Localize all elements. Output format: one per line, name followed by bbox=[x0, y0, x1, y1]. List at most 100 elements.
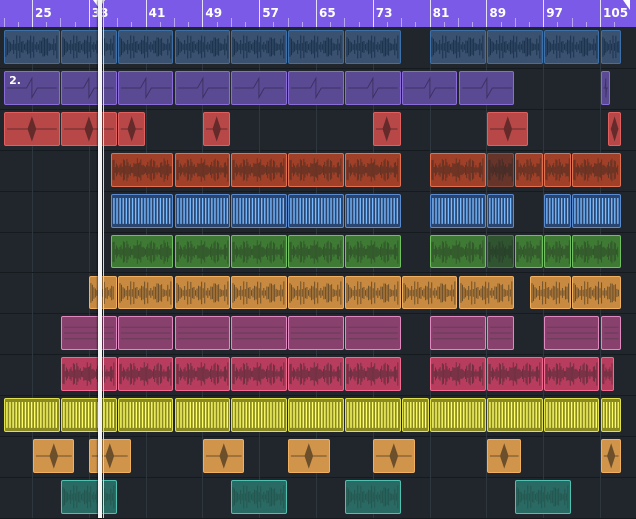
clip-strings[interactable] bbox=[543, 316, 600, 351]
track-lane-arp[interactable] bbox=[0, 354, 636, 397]
clip-perc[interactable] bbox=[600, 398, 621, 433]
track-lane-drums-loop[interactable] bbox=[0, 149, 636, 192]
clip-fx-riser[interactable] bbox=[288, 439, 330, 474]
clip-fx-riser[interactable] bbox=[89, 439, 131, 474]
track-lane-audio-1[interactable] bbox=[0, 27, 636, 69]
clip-fx-riser[interactable] bbox=[202, 439, 245, 474]
clip-bass[interactable] bbox=[288, 234, 344, 269]
clip-perc[interactable] bbox=[231, 398, 288, 433]
clip-chords[interactable] bbox=[174, 275, 231, 310]
clip-arp[interactable] bbox=[600, 357, 614, 392]
clip-audio-1[interactable] bbox=[231, 30, 288, 64]
clip-hihat[interactable] bbox=[288, 193, 344, 228]
clip-audio-1[interactable] bbox=[486, 30, 543, 64]
clip-bass[interactable] bbox=[515, 234, 543, 269]
track-lane-snare-hits[interactable] bbox=[0, 108, 636, 151]
clip-hihat[interactable] bbox=[174, 193, 231, 228]
clip-strings[interactable] bbox=[430, 316, 486, 351]
clip-snare-hits[interactable] bbox=[486, 111, 529, 146]
clip-audio-1[interactable] bbox=[600, 30, 621, 64]
clip-perc[interactable] bbox=[401, 398, 430, 433]
clip-arp[interactable] bbox=[174, 357, 231, 392]
clip-strings[interactable] bbox=[600, 316, 621, 351]
clip-snare-hits[interactable] bbox=[202, 111, 231, 146]
track-lane-strings[interactable] bbox=[0, 313, 636, 356]
clip-perc[interactable] bbox=[4, 398, 60, 433]
clip-fx-riser[interactable] bbox=[486, 439, 522, 474]
playhead-cursor[interactable] bbox=[98, 0, 102, 518]
clip-perc[interactable] bbox=[60, 398, 117, 433]
clip-bass[interactable] bbox=[543, 234, 572, 269]
clip-strings[interactable] bbox=[60, 316, 117, 351]
clip-drums-loop[interactable] bbox=[543, 152, 572, 187]
clip-snare-hits[interactable] bbox=[607, 111, 621, 146]
clip-chords[interactable] bbox=[572, 275, 621, 310]
clip-arp[interactable] bbox=[344, 357, 401, 392]
locator-end-icon[interactable] bbox=[623, 0, 630, 10]
clip-strings[interactable] bbox=[174, 316, 231, 351]
clip-drums-loop[interactable] bbox=[288, 152, 344, 187]
clip-fx-sweep[interactable] bbox=[231, 480, 288, 514]
clip-strings[interactable] bbox=[486, 316, 515, 351]
tracks-area[interactable]: 2. bbox=[0, 27, 636, 519]
clip-hihat[interactable] bbox=[543, 193, 572, 228]
clip-audio-1[interactable] bbox=[288, 30, 344, 64]
clip-fx-riser[interactable] bbox=[600, 439, 621, 474]
clip-drums-loop[interactable] bbox=[344, 152, 401, 187]
clip-hihat[interactable] bbox=[572, 193, 621, 228]
clip-drums-loop[interactable] bbox=[231, 152, 288, 187]
clip-perc[interactable] bbox=[486, 398, 543, 433]
clip-perc[interactable] bbox=[344, 398, 401, 433]
clip-hihat[interactable] bbox=[486, 193, 515, 228]
clip-perc[interactable] bbox=[174, 398, 231, 433]
clip-fx-riser[interactable] bbox=[373, 439, 415, 474]
clip-chords[interactable] bbox=[288, 275, 344, 310]
clip-synth-pad[interactable] bbox=[600, 70, 611, 105]
clip-arp[interactable] bbox=[60, 357, 117, 392]
clip-synth-pad[interactable] bbox=[117, 70, 174, 105]
clip-drums-loop[interactable] bbox=[174, 152, 231, 187]
clip-bass[interactable] bbox=[231, 234, 288, 269]
clip-synth-pad[interactable] bbox=[288, 70, 344, 105]
clip-synth-pad[interactable] bbox=[401, 70, 458, 105]
clip-hihat[interactable] bbox=[344, 193, 401, 228]
clip-chords[interactable] bbox=[117, 275, 174, 310]
clip-bass[interactable] bbox=[344, 234, 401, 269]
clip-strings[interactable] bbox=[344, 316, 401, 351]
clip-hihat[interactable] bbox=[231, 193, 288, 228]
clip-snare-hits[interactable] bbox=[373, 111, 401, 146]
clip-audio-1[interactable] bbox=[543, 30, 600, 64]
clip-bass[interactable] bbox=[174, 234, 231, 269]
clip-audio-1[interactable] bbox=[4, 30, 60, 64]
clip-chords[interactable] bbox=[529, 275, 572, 310]
clip-synth-pad[interactable] bbox=[458, 70, 515, 105]
clip-audio-1[interactable] bbox=[344, 30, 401, 64]
clip-drums-loop[interactable] bbox=[110, 152, 174, 187]
clip-perc[interactable] bbox=[430, 398, 486, 433]
clip-hihat[interactable] bbox=[430, 193, 486, 228]
clip-strings[interactable] bbox=[231, 316, 288, 351]
clip-arp[interactable] bbox=[117, 357, 174, 392]
clip-chords[interactable] bbox=[458, 275, 515, 310]
track-lane-fx-riser[interactable] bbox=[0, 436, 636, 479]
clip-synth-pad[interactable]: 2. bbox=[4, 70, 60, 105]
clip-drums-loop[interactable] bbox=[430, 152, 486, 187]
clip-chords[interactable] bbox=[401, 275, 458, 310]
clip-fx-sweep[interactable] bbox=[60, 480, 117, 514]
clip-snare-hits[interactable] bbox=[60, 111, 117, 146]
track-lane-fx-sweep[interactable] bbox=[0, 477, 636, 519]
track-lane-perc[interactable] bbox=[0, 395, 636, 438]
track-lane-synth-pad[interactable]: 2. bbox=[0, 67, 636, 110]
clip-drums-loop[interactable] bbox=[486, 152, 515, 187]
track-lane-chords[interactable] bbox=[0, 272, 636, 315]
clip-audio-1[interactable] bbox=[430, 30, 486, 64]
clip-arp[interactable] bbox=[231, 357, 288, 392]
clip-arp[interactable] bbox=[486, 357, 543, 392]
clip-perc[interactable] bbox=[288, 398, 344, 433]
clip-strings[interactable] bbox=[288, 316, 344, 351]
clip-perc[interactable] bbox=[543, 398, 600, 433]
clip-arp[interactable] bbox=[430, 357, 486, 392]
clip-strings[interactable] bbox=[117, 316, 174, 351]
clip-perc[interactable] bbox=[117, 398, 174, 433]
clip-fx-riser[interactable] bbox=[32, 439, 75, 474]
